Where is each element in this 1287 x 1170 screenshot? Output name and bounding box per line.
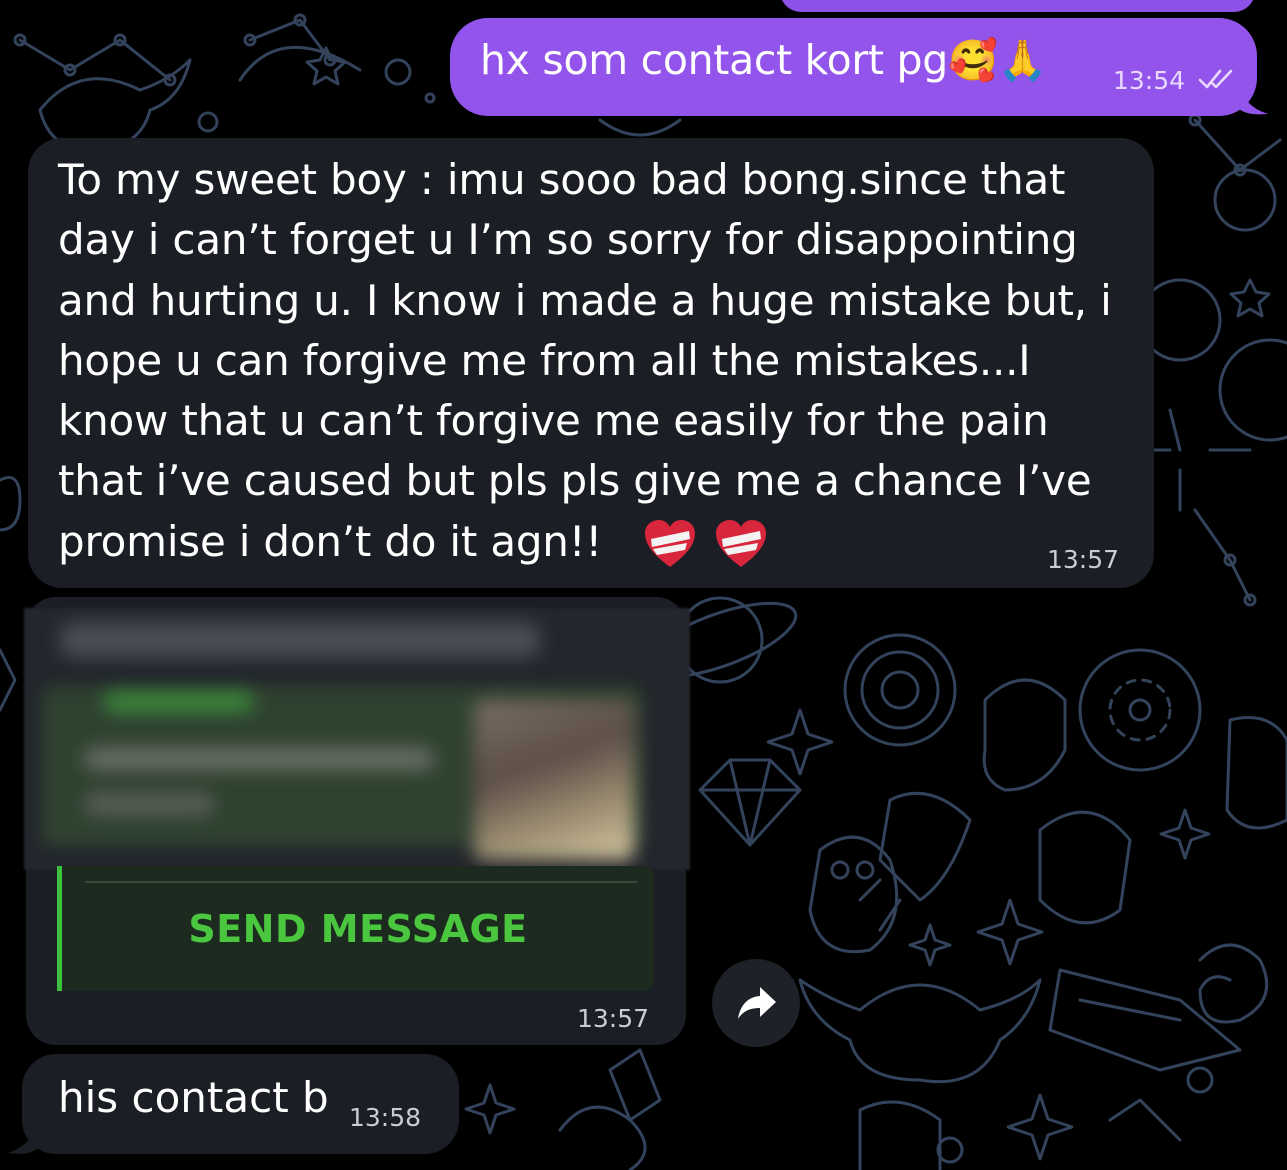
link-preview-blurred (24, 608, 690, 870)
outgoing-bubble-tail (1238, 80, 1268, 115)
previous-outgoing-bubble[interactable] (780, 0, 1255, 12)
link-message-time: 13:57 (577, 1004, 650, 1033)
incoming-message-time: 13:57 (1047, 545, 1120, 574)
incoming-bubble-tail (8, 1120, 38, 1154)
incoming-message-text: To my sweet boy : imu sooo bad bong.sinc… (58, 150, 1138, 572)
incoming-short-message-text: his contact b (58, 1073, 329, 1122)
double-check-icon (1198, 69, 1233, 89)
send-message-button[interactable]: SEND MESSAGE (60, 907, 656, 951)
mending-heart-icon (645, 520, 696, 568)
forward-button[interactable] (712, 959, 800, 1047)
outgoing-message-time: 13:54 (1113, 66, 1186, 95)
share-arrow-icon (738, 987, 776, 1019)
link-preview-divider (85, 881, 637, 883)
mending-heart-icon (716, 520, 767, 568)
incoming-short-message-time: 13:58 (349, 1103, 422, 1132)
smiling-face-hearts-pray-emoji: 🥰🙏 (947, 38, 1047, 84)
outgoing-message-text: hx som contact kort pg🥰🙏 (480, 36, 1047, 84)
